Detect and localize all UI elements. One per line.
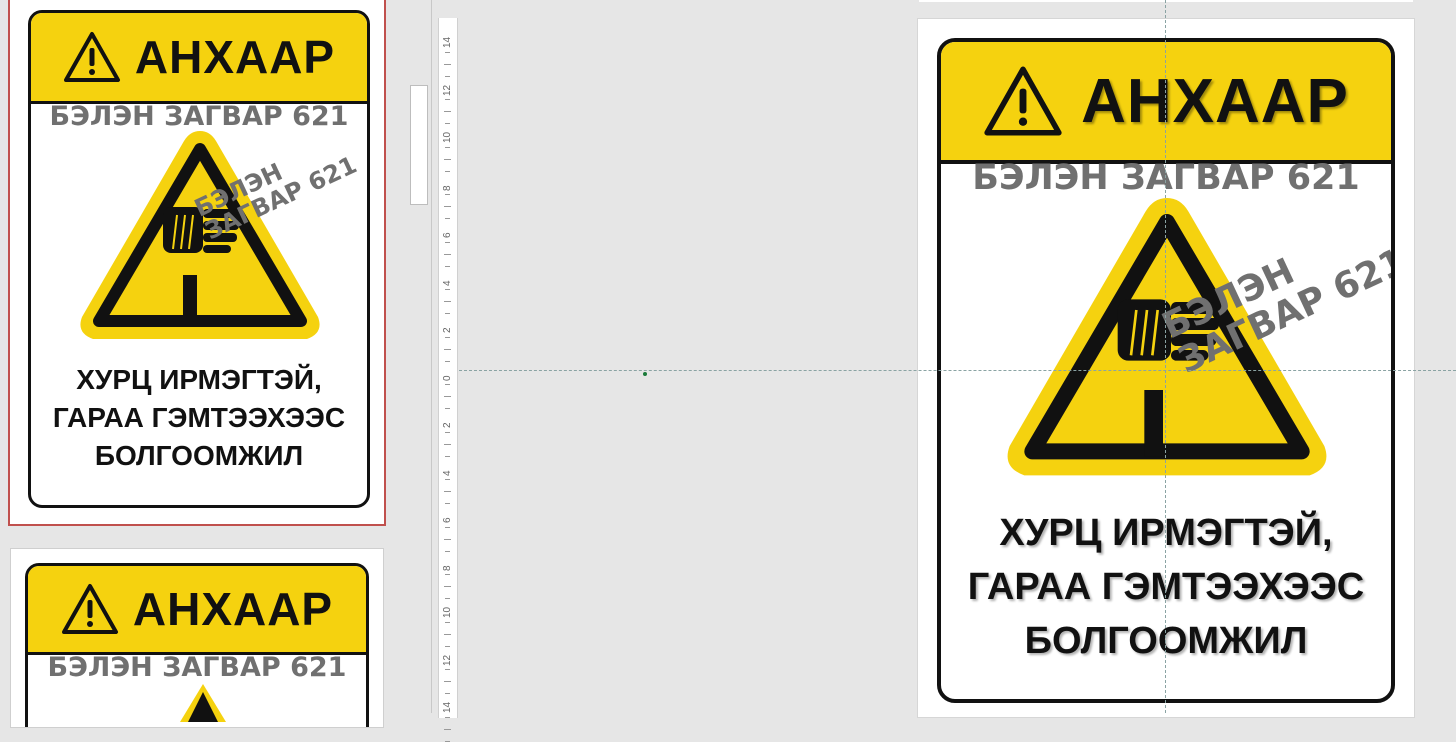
vertical-ruler: 14 12 10 8 6 4 2 0 2 4 6 8 10 12 14: [438, 18, 458, 742]
sign-message: ХУРЦ ИРМЭГТЭЙ, ГАРАА ГЭМТЭЭХЭЭС БОЛГООМЖ…: [967, 512, 1365, 662]
slide-thumbnail-pane[interactable]: АНХААР БЭЛЭН ЗАГВАР 621 БЭЛЭН ЗАГВАР 621…: [0, 0, 400, 728]
ruler-tick: [445, 336, 450, 338]
ruler-label: 4: [442, 279, 453, 286]
ruler-label: 14: [442, 36, 453, 48]
ruler-tick: [444, 158, 451, 160]
ruler-tick: [445, 170, 450, 172]
ruler-tick: [444, 728, 451, 730]
sign-message: ХУРЦ ИРМЭГТЭЙ, ГАРАА ГЭМТЭЭХЭЭС БОЛГООМЖ…: [52, 364, 346, 471]
ruler-label: 12: [442, 654, 453, 666]
ruler-tick: [445, 313, 450, 315]
ruler-label: 12: [442, 84, 453, 96]
ruler-tick: [445, 123, 450, 125]
ruler-label: 2: [442, 327, 453, 333]
horizontal-guide[interactable]: [459, 370, 1456, 371]
ruler-tick: [444, 348, 451, 350]
ruler-tick: [444, 633, 451, 635]
ruler-tick: [445, 693, 450, 695]
ruler-tick: [444, 111, 451, 113]
ruler-tick: [444, 491, 451, 493]
ruler-label: 14: [442, 701, 453, 713]
ruler-tick: [444, 253, 451, 255]
ruler-tick: [445, 598, 450, 600]
ruler-tick: [445, 241, 450, 243]
warning-triangle-icon: [61, 583, 119, 635]
slide-thumbnail-2[interactable]: АНХААР БЭЛЭН ЗАГВАР 621: [10, 548, 384, 728]
slide[interactable]: АНХААР БЭЛЭН ЗАГВАР 621 БЭЛЭН ЗАГВАР 621…: [917, 18, 1415, 718]
ruler-label: 8: [442, 564, 453, 571]
sign-header: АНХААР: [31, 13, 367, 104]
ruler-tick: [445, 289, 450, 291]
ruler-tick: [445, 431, 450, 433]
ruler-label: 4: [442, 469, 453, 476]
ruler-tick: [445, 716, 450, 718]
ruler-tick: [445, 408, 450, 410]
ruler-tick: [445, 526, 450, 528]
sign-header: АНХААР: [28, 566, 366, 655]
ruler-tick: [445, 146, 450, 148]
cursor-marker: [643, 372, 647, 376]
ruler-tick: [445, 621, 450, 623]
ruler-tick: [445, 384, 450, 386]
sign-header: АНХААР: [941, 42, 1391, 164]
ruler-tick: [444, 443, 451, 445]
ruler-label: 10: [442, 606, 453, 618]
ruler-tick: [444, 538, 451, 540]
ruler-tick: [445, 265, 450, 267]
ruler-tick: [444, 63, 451, 65]
thumb-sign: АНХААР БЭЛЭН ЗАГВАР 621: [25, 563, 369, 727]
ruler-tick: [445, 574, 450, 576]
warning-triangle-icon: [63, 31, 121, 83]
ruler-tick: [445, 503, 450, 505]
previous-slide-edge: [919, 0, 1413, 2]
ruler-label: 8: [442, 184, 453, 191]
ruler-tick: [445, 645, 450, 647]
ruler-tick: [445, 194, 450, 196]
scrollbar-thumb[interactable]: [410, 85, 428, 205]
ruler-tick: [444, 681, 451, 683]
warning-triangle-icon: [983, 65, 1063, 137]
ruler-tick: [445, 218, 450, 220]
ruler-label: 6: [442, 517, 453, 523]
ruler-tick: [445, 75, 450, 77]
ruler-tick: [444, 206, 451, 208]
ruler-tick: [445, 360, 450, 362]
ruler-tick: [445, 740, 450, 742]
slide-thumbnail-1[interactable]: АНХААР БЭЛЭН ЗАГВАР 621 БЭЛЭН ЗАГВАР 621…: [8, 0, 386, 526]
ruler-label: 10: [442, 131, 453, 143]
ruler-tick: [445, 479, 450, 481]
vertical-guide[interactable]: [1165, 0, 1166, 713]
ruler-tick: [445, 550, 450, 552]
sign-title: АНХААР: [1081, 66, 1349, 136]
sharp-edge-hazard-icon: [178, 682, 228, 722]
sign-title: АНХААР: [134, 31, 336, 83]
watermark-text: БЭЛЭН ЗАГВАР 621: [47, 652, 347, 683]
ruler-tick: [444, 396, 451, 398]
slide-canvas[interactable]: АНХААР БЭЛЭН ЗАГВАР 621 БЭЛЭН ЗАГВАР 621…: [459, 0, 1456, 718]
ruler-tick: [444, 301, 451, 303]
ruler-tick: [445, 669, 450, 671]
ruler-tick: [445, 455, 450, 457]
thumb-sign: АНХААР БЭЛЭН ЗАГВАР 621: [28, 10, 370, 508]
ruler-tick: [445, 51, 450, 53]
pane-divider[interactable]: [431, 0, 432, 713]
sharp-edge-hazard-icon: [1000, 190, 1334, 486]
ruler-label: 6: [442, 232, 453, 238]
ruler-label: 2: [442, 422, 453, 428]
sign-title: АНХААР: [132, 583, 334, 635]
ruler-tick: [445, 99, 450, 101]
ruler-label: 0: [442, 374, 453, 381]
ruler-tick: [444, 586, 451, 588]
